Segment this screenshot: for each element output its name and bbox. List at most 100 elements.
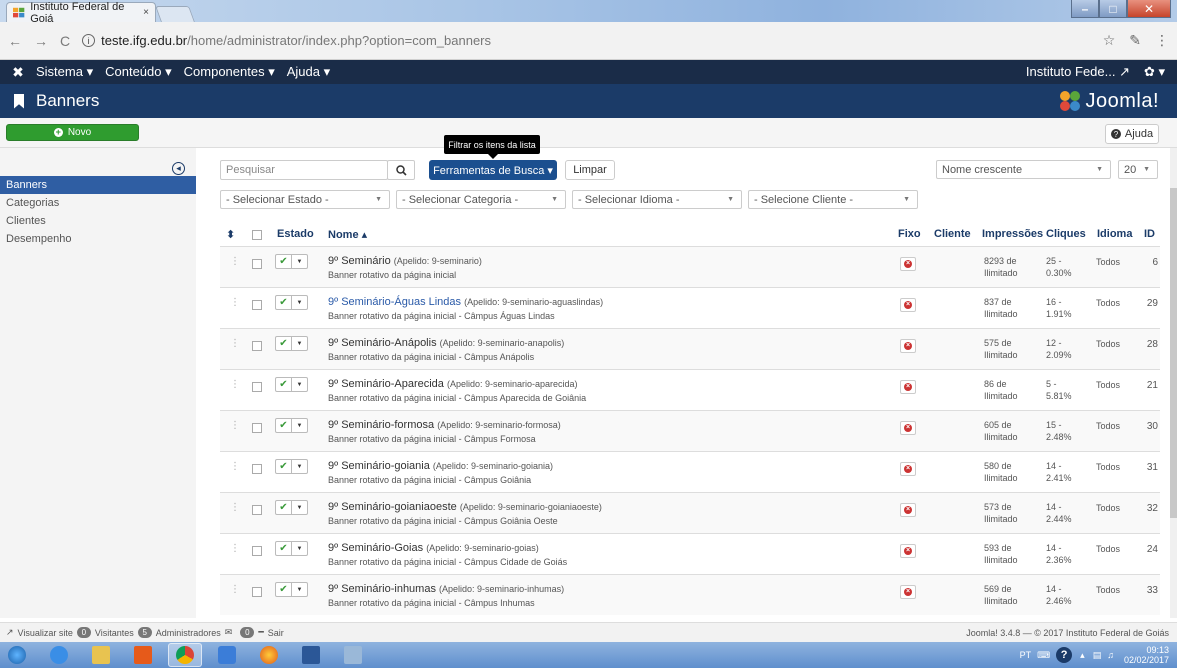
- taskbar-app[interactable]: [210, 643, 244, 667]
- minimize-button[interactable]: –: [1071, 0, 1099, 18]
- col-id[interactable]: ID: [1144, 228, 1155, 240]
- banner-title[interactable]: 9º Seminário-formosa: [328, 419, 434, 431]
- drag-handle-icon[interactable]: ⋮: [230, 338, 240, 349]
- drag-handle-icon[interactable]: ⋮: [230, 379, 240, 390]
- browser-menu-icon[interactable]: ⋮: [1155, 32, 1169, 49]
- menu-ajuda[interactable]: Ajuda ▾: [287, 64, 330, 80]
- drag-handle-icon[interactable]: ⋮: [230, 297, 240, 308]
- taskbar-office[interactable]: [126, 643, 160, 667]
- published-check-icon[interactable]: ✔: [276, 583, 292, 596]
- ferramentas-de-busca-button[interactable]: Ferramentas de Busca ▾: [429, 160, 557, 180]
- clock[interactable]: 09:13 02/02/2017: [1124, 645, 1169, 665]
- taskbar-other[interactable]: [336, 643, 370, 667]
- limit-select[interactable]: 20 ▼: [1118, 160, 1158, 179]
- row-checkbox[interactable]: [252, 382, 262, 392]
- categoria-select[interactable]: - Selecionar Categoria - ▼: [396, 190, 566, 209]
- drag-handle-icon[interactable]: ⋮: [230, 461, 240, 472]
- tab-close-icon[interactable]: ×: [143, 7, 149, 18]
- banner-name[interactable]: 9º Seminário-goiania (Apelido: 9-seminar…: [328, 460, 553, 472]
- back-icon[interactable]: ←: [8, 33, 22, 49]
- joomla-mini-logo-icon[interactable]: ✖: [0, 64, 36, 81]
- banner-title[interactable]: 9º Seminário-goiania: [328, 460, 430, 472]
- idioma-select[interactable]: - Selecionar Idioma - ▼: [572, 190, 742, 209]
- url-input[interactable]: i teste.ifg.edu.br/home/administrator/in…: [82, 28, 1093, 54]
- reload-icon[interactable]: C: [60, 33, 70, 49]
- state-toggle[interactable]: ✔ ▼: [275, 541, 308, 556]
- visualizar-site-link[interactable]: Visualizar site: [18, 628, 73, 638]
- keyboard-icon[interactable]: ⌨: [1037, 650, 1050, 661]
- fixo-toggle[interactable]: ×: [900, 585, 916, 599]
- search-button[interactable]: [387, 160, 415, 180]
- info-icon[interactable]: i: [82, 34, 96, 47]
- bookmark-star-icon[interactable]: ☆: [1103, 32, 1116, 49]
- state-toggle[interactable]: ✔ ▼: [275, 254, 308, 269]
- state-dropdown-icon[interactable]: ▼: [292, 337, 307, 350]
- cliente-select[interactable]: - Selecione Cliente - ▼: [748, 190, 918, 209]
- collapse-sidebar-icon[interactable]: ◂: [172, 162, 185, 175]
- row-checkbox[interactable]: [252, 587, 262, 597]
- browser-tab[interactable]: Instituto Federal de Goiá ×: [6, 1, 156, 25]
- fixo-toggle[interactable]: ×: [900, 257, 916, 271]
- drag-handle-icon[interactable]: ⋮: [230, 543, 240, 554]
- col-fixo[interactable]: Fixo: [898, 228, 921, 240]
- row-checkbox[interactable]: [252, 546, 262, 556]
- fixo-toggle[interactable]: ×: [900, 462, 916, 476]
- drag-handle-icon[interactable]: ⋮: [230, 502, 240, 513]
- col-estado[interactable]: Estado: [277, 228, 314, 240]
- published-check-icon[interactable]: ✔: [276, 378, 292, 391]
- estado-select[interactable]: - Selecionar Estado - ▼: [220, 190, 390, 209]
- state-toggle[interactable]: ✔ ▼: [275, 295, 308, 310]
- user-settings-gear-icon[interactable]: ✿ ▾: [1144, 64, 1165, 80]
- state-dropdown-icon[interactable]: ▼: [292, 378, 307, 391]
- state-toggle[interactable]: ✔ ▼: [275, 459, 308, 474]
- state-dropdown-icon[interactable]: ▼: [292, 583, 307, 596]
- col-cliente[interactable]: Cliente: [934, 228, 971, 240]
- published-check-icon[interactable]: ✔: [276, 337, 292, 350]
- banner-title[interactable]: 9º Seminário-Águas Lindas: [328, 296, 461, 308]
- site-link[interactable]: Instituto Fede... ↗: [1026, 64, 1130, 80]
- state-toggle[interactable]: ✔ ▼: [275, 377, 308, 392]
- taskbar-chrome[interactable]: [168, 643, 202, 667]
- limpar-button[interactable]: Limpar: [565, 160, 615, 180]
- tray-expand-icon[interactable]: ▴: [1080, 650, 1085, 661]
- page-scrollbar[interactable]: [1170, 148, 1177, 618]
- select-all-checkbox[interactable]: [252, 230, 262, 240]
- banner-name[interactable]: 9º Seminário-Anápolis (Apelido: 9-semina…: [328, 337, 564, 349]
- novo-button[interactable]: + Novo: [6, 124, 139, 141]
- network-icon[interactable]: ▤: [1093, 650, 1102, 661]
- menu-conteudo[interactable]: Conteúdo ▾: [105, 64, 172, 80]
- banner-name[interactable]: 9º Seminário-Águas Lindas (Apelido: 9-se…: [328, 296, 603, 308]
- drag-handle-icon[interactable]: ⋮: [230, 584, 240, 595]
- banner-name[interactable]: 9º Seminário-formosa (Apelido: 9-seminar…: [328, 419, 561, 431]
- drag-handle-icon[interactable]: ⋮: [230, 420, 240, 431]
- menu-sistema[interactable]: Sistema ▾: [36, 64, 93, 80]
- col-nome[interactable]: Nome ▴: [328, 228, 367, 241]
- fixo-toggle[interactable]: ×: [900, 380, 916, 394]
- fixo-toggle[interactable]: ×: [900, 544, 916, 558]
- new-tab-button[interactable]: [155, 6, 195, 22]
- sort-order-icon[interactable]: ⬍: [226, 228, 235, 241]
- fixo-toggle[interactable]: ×: [900, 339, 916, 353]
- published-check-icon[interactable]: ✔: [276, 296, 292, 309]
- drag-handle-icon[interactable]: ⋮: [230, 256, 240, 267]
- state-dropdown-icon[interactable]: ▼: [292, 296, 307, 309]
- order-select[interactable]: Nome crescente ▼: [936, 160, 1111, 179]
- col-idioma[interactable]: Idioma: [1097, 228, 1132, 240]
- taskbar-word[interactable]: [294, 643, 328, 667]
- published-check-icon[interactable]: ✔: [276, 542, 292, 555]
- published-check-icon[interactable]: ✔: [276, 460, 292, 473]
- banner-name[interactable]: 9º Seminário-goianiaoeste (Apelido: 9-se…: [328, 501, 602, 513]
- start-button[interactable]: [0, 643, 34, 667]
- row-checkbox[interactable]: [252, 341, 262, 351]
- state-dropdown-icon[interactable]: ▼: [292, 419, 307, 432]
- state-toggle[interactable]: ✔ ▼: [275, 336, 308, 351]
- state-toggle[interactable]: ✔ ▼: [275, 500, 308, 515]
- state-dropdown-icon[interactable]: ▼: [292, 460, 307, 473]
- taskbar-ie[interactable]: [42, 643, 76, 667]
- banner-name[interactable]: 9º Seminário (Apelido: 9-seminario): [328, 255, 482, 267]
- row-checkbox[interactable]: [252, 505, 262, 515]
- sidebar-item-banners[interactable]: Banners: [0, 176, 196, 194]
- fixo-toggle[interactable]: ×: [900, 298, 916, 312]
- state-toggle[interactable]: ✔ ▼: [275, 418, 308, 433]
- menu-componentes[interactable]: Componentes ▾: [184, 64, 275, 80]
